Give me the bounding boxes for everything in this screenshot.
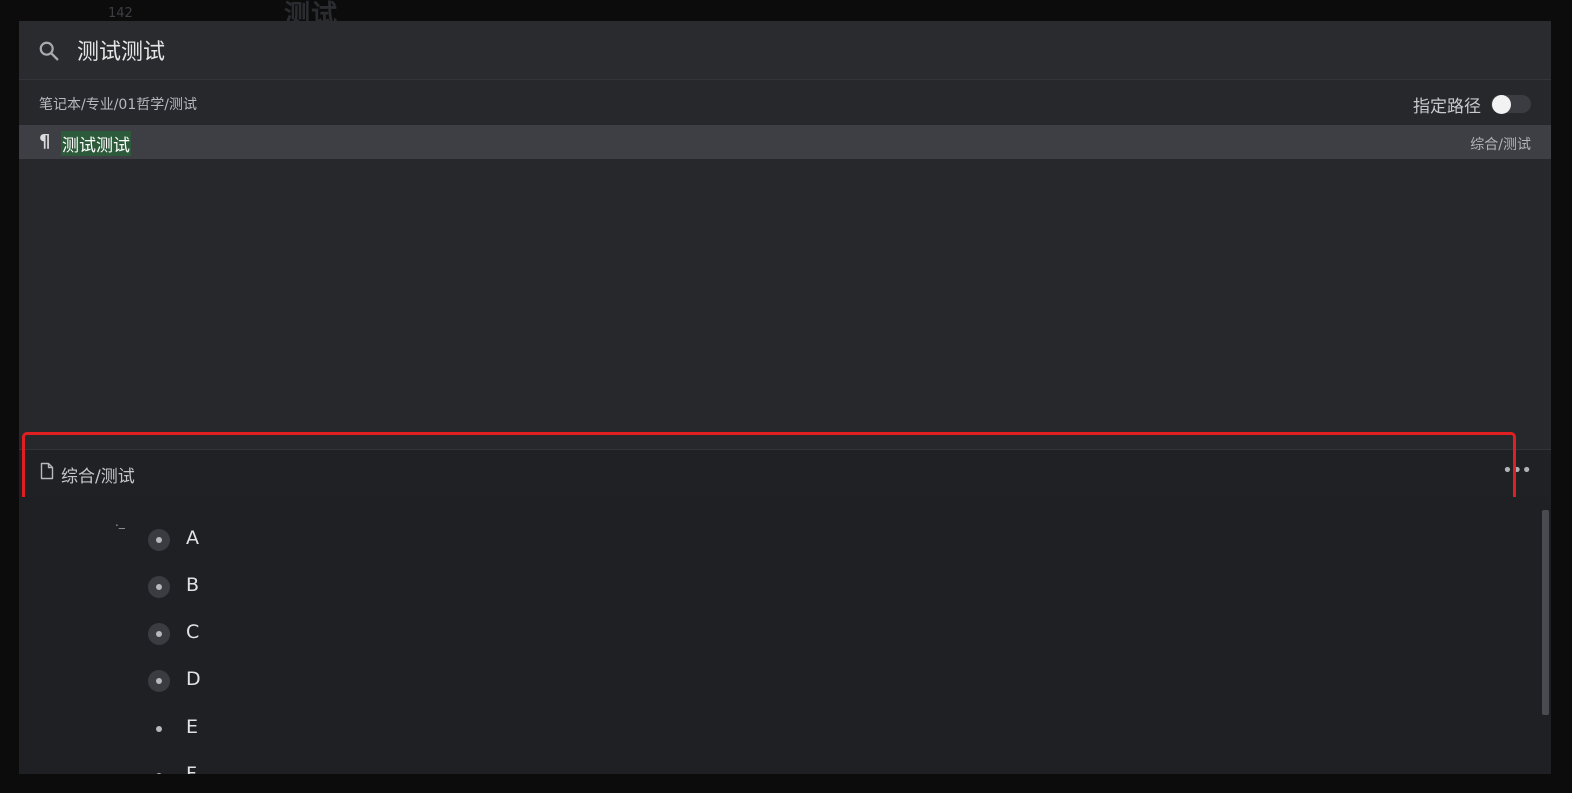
preview-scrollbar[interactable] — [1542, 510, 1549, 715]
list-item: A — [19, 524, 519, 554]
toggle-knob — [1492, 95, 1511, 114]
list-item-text: F — [186, 763, 197, 774]
file-icon — [40, 462, 54, 480]
preview-title: 综合/测试 — [61, 467, 135, 487]
search-bar — [19, 21, 1551, 80]
specify-path-label: 指定路径 — [1413, 97, 1481, 117]
specify-path-toggle[interactable] — [1491, 95, 1531, 114]
search-path: 笔记本/专业/01哲学/测试 — [39, 97, 197, 113]
line-number: 142 — [108, 6, 133, 21]
bullet-icon[interactable] — [148, 718, 170, 740]
results-empty-area — [19, 159, 1551, 449]
list-item: D — [19, 665, 519, 695]
more-icon[interactable]: ••• — [1502, 460, 1532, 481]
pilcrow-icon: ¶ — [39, 131, 51, 152]
bullet-icon[interactable] — [148, 529, 170, 551]
search-input[interactable] — [77, 33, 1477, 67]
path-row: 笔记本/专业/01哲学/测试 指定路径 — [19, 80, 1551, 125]
list-item: C — [19, 618, 519, 648]
list-item-text: D — [186, 668, 201, 690]
list-item-text: E — [186, 716, 199, 738]
bullet-icon[interactable] — [148, 670, 170, 692]
preview-body: ._ A B C D E F — [19, 497, 1551, 774]
result-path: 综合/测试 — [1470, 137, 1531, 153]
list-item: B — [19, 571, 519, 601]
bullet-icon[interactable] — [148, 765, 170, 774]
list-item: F — [19, 760, 519, 774]
bullet-icon[interactable] — [148, 623, 170, 645]
list-item-text: C — [186, 621, 200, 643]
list-item: E — [19, 713, 519, 743]
search-dialog: 笔记本/专业/01哲学/测试 指定路径 ¶ 测试测试 综合/测试 综合/测试 •… — [19, 21, 1551, 774]
search-icon — [39, 41, 59, 61]
search-result-item[interactable]: ¶ 测试测试 综合/测试 — [19, 125, 1551, 159]
bullet-icon[interactable] — [148, 576, 170, 598]
result-title: 测试测试 — [61, 131, 131, 156]
preview-header: 综合/测试 ••• — [19, 449, 1551, 498]
list-item-text: A — [186, 527, 199, 549]
list-item-text: B — [186, 574, 200, 596]
